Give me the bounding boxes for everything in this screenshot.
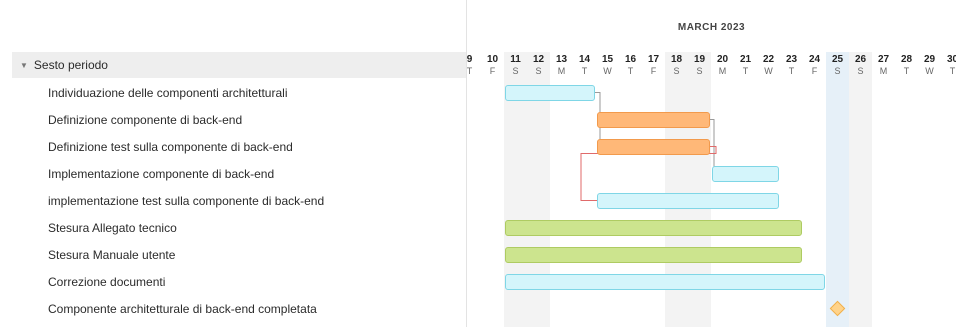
day-letter: T (903, 66, 910, 76)
day-column (481, 52, 504, 327)
day-letter: T (581, 66, 588, 76)
day-letter: F (489, 66, 496, 76)
group-row-sesto-periodo[interactable]: ▼ Sesto periodo (12, 52, 466, 78)
day-column (941, 52, 956, 327)
task-row[interactable]: Stesura Manuale utente (48, 241, 175, 268)
day-letter: S (535, 66, 542, 76)
day-number: 27 (877, 54, 890, 65)
day-letter: F (650, 66, 657, 76)
day-letter: W (603, 66, 612, 76)
task-row[interactable]: Componente architetturale di back-end co… (48, 295, 317, 322)
day-number: 19 (693, 54, 706, 65)
task-bar[interactable] (597, 138, 710, 155)
day-number: 23 (785, 54, 798, 65)
task-row[interactable]: implementazione test sulla componente di… (48, 187, 324, 214)
task-row[interactable]: Individuazione delle componenti architet… (48, 79, 287, 106)
task-row[interactable]: Correzione documenti (48, 268, 165, 295)
day-number: 15 (601, 54, 614, 65)
day-number: 22 (762, 54, 775, 65)
day-letter: T (742, 66, 749, 76)
day-letter: T (467, 66, 473, 76)
day-column (826, 52, 849, 327)
day-number: 25 (831, 54, 844, 65)
day-letter: W (764, 66, 773, 76)
task-bar[interactable] (505, 84, 595, 101)
day-number: 28 (900, 54, 913, 65)
day-number: 17 (647, 54, 660, 65)
day-number: 20 (716, 54, 729, 65)
day-letter: S (834, 66, 841, 76)
task-list-panel: ▼ Sesto periodo Individuazione delle com… (0, 0, 466, 327)
day-number: 26 (854, 54, 867, 65)
day-number: 12 (532, 54, 545, 65)
day-column (849, 52, 872, 327)
day-number: 14 (578, 54, 591, 65)
task-row[interactable]: Definizione componente di back-end (48, 106, 242, 133)
day-column (895, 52, 918, 327)
task-row[interactable]: Definizione test sulla componente di bac… (48, 133, 293, 160)
task-row[interactable]: Stesura Allegato tecnico (48, 214, 177, 241)
day-letter: S (857, 66, 864, 76)
task-bar[interactable] (597, 192, 779, 209)
day-letter: T (949, 66, 956, 76)
day-letter: M (879, 66, 888, 76)
task-bar[interactable] (505, 219, 802, 236)
day-column (467, 52, 481, 327)
day-letter: S (696, 66, 703, 76)
day-letter: W (925, 66, 934, 76)
task-bar[interactable] (505, 246, 802, 263)
day-column (872, 52, 895, 327)
task-bar[interactable] (597, 111, 710, 128)
day-number: 11 (510, 54, 521, 65)
group-label: Sesto periodo (33, 58, 108, 72)
day-number: 29 (923, 54, 936, 65)
day-letter: F (811, 66, 818, 76)
day-letter: T (627, 66, 634, 76)
day-column (918, 52, 941, 327)
month-label: MARCH 2023 (677, 22, 746, 33)
task-bar[interactable] (505, 273, 825, 290)
task-row[interactable]: Implementazione componente di back-end (48, 160, 274, 187)
expand-triangle-icon[interactable]: ▼ (20, 61, 28, 70)
day-letter: M (718, 66, 727, 76)
day-letter: S (673, 66, 680, 76)
gantt-timeline: MARCH 2023 9 T 10 F 11 S 12 S 13 M 14 T 15 W 16 T 17 F 18 S… (467, 0, 956, 327)
day-letter: M (557, 66, 566, 76)
day-number: 9 (467, 54, 473, 65)
day-number: 24 (808, 54, 821, 65)
day-letter: T (788, 66, 795, 76)
day-number: 13 (555, 54, 568, 65)
day-number: 10 (486, 54, 499, 65)
day-number: 16 (624, 54, 637, 65)
day-number: 21 (739, 54, 752, 65)
day-letter: S (512, 66, 519, 76)
task-bar[interactable] (712, 165, 779, 182)
day-number: 18 (670, 54, 683, 65)
day-number: 30 (946, 54, 956, 65)
